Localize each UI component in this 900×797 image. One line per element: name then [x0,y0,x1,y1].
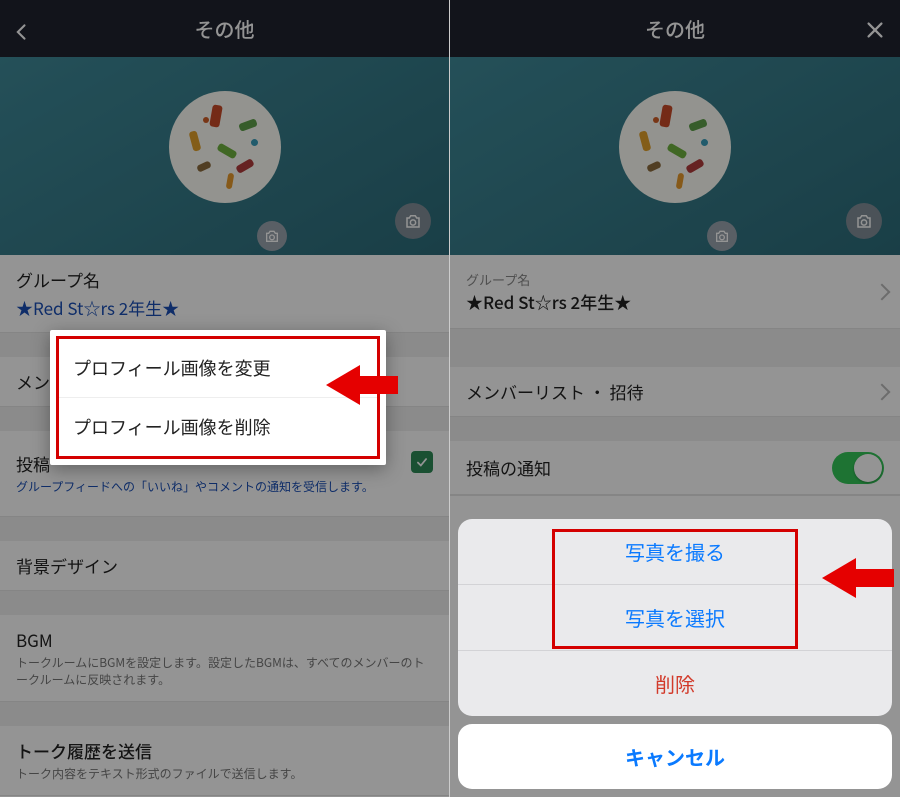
bgm-label: BGM [16,627,433,652]
header-title: その他 [645,14,705,43]
member-list-row[interactable]: メンバーリスト ・ 招待 [450,367,900,417]
post-notify-row[interactable]: 投稿の通知 [450,441,900,495]
bgm-row[interactable]: BGM トークルームにBGMを設定します。設定したBGMは、すべてのメンバーのト… [0,615,449,702]
sheet-cancel[interactable]: キャンセル [458,724,892,789]
group-name-value: ★Red St☆rs 2年生★ [466,289,884,314]
send-history-row[interactable]: トーク履歴を送信 トーク内容をテキスト形式のファイルで送信します。 [0,726,449,796]
send-history-label: トーク履歴を送信 [16,738,433,763]
camera-avatar-icon[interactable] [257,221,287,251]
cover-area [0,57,449,255]
close-button[interactable] [864,18,886,40]
annotation-arrow [326,365,398,405]
camera-cover-icon[interactable] [846,203,882,239]
background-design-label: 背景デザイン [16,553,433,578]
header-title: その他 [195,14,255,43]
group-avatar[interactable] [619,91,731,203]
popup-delete-photo[interactable]: プロフィール画像を削除 [59,397,377,456]
post-notify-toggle[interactable] [832,452,884,484]
member-list-label: メンバーリスト ・ 招待 [466,379,884,404]
screen-ios: その他 グループ名 ★Red St☆rs 2年生★ メンバーリスト ・ 招待 [450,0,900,797]
cover-area [450,57,900,255]
group-name-value: ★Red St☆rs 2年生★ [16,295,433,320]
sheet-delete[interactable]: 削除 [458,650,892,716]
background-design-row[interactable]: 背景デザイン [0,541,449,591]
camera-avatar-icon[interactable] [707,221,737,251]
camera-cover-icon[interactable] [395,203,431,239]
group-avatar[interactable] [169,91,281,203]
send-history-sub: トーク内容をテキスト形式のファイルで送信します。 [16,765,433,782]
back-button[interactable] [12,19,32,39]
bgm-sub: トークルームにBGMを設定します。設定したBGMは、すべてのメンバーのトークルー… [16,654,433,689]
screen-android: その他 グループ名 ★Red St☆rs 2年生★ メン 投稿 グループフィード… [0,0,450,797]
check-icon[interactable] [411,451,433,473]
post-notify-sub: グループフィードへの「いいね」やコメントの通知を受信します。 [16,478,433,495]
group-name-field-label: グループ名 [466,270,884,289]
post-notify-label: 投稿の通知 [466,455,884,480]
group-name-row[interactable]: グループ名 ★Red St☆rs 2年生★ [450,255,900,329]
header-bar: その他 [450,0,900,57]
group-name-row[interactable]: グループ名 ★Red St☆rs 2年生★ [0,255,449,333]
group-name-field-label: グループ名 [16,267,433,292]
action-sheet-group: 写真を撮る 写真を選択 削除 [458,519,892,716]
annotation-arrow [822,558,894,598]
header-bar: その他 [0,0,449,57]
